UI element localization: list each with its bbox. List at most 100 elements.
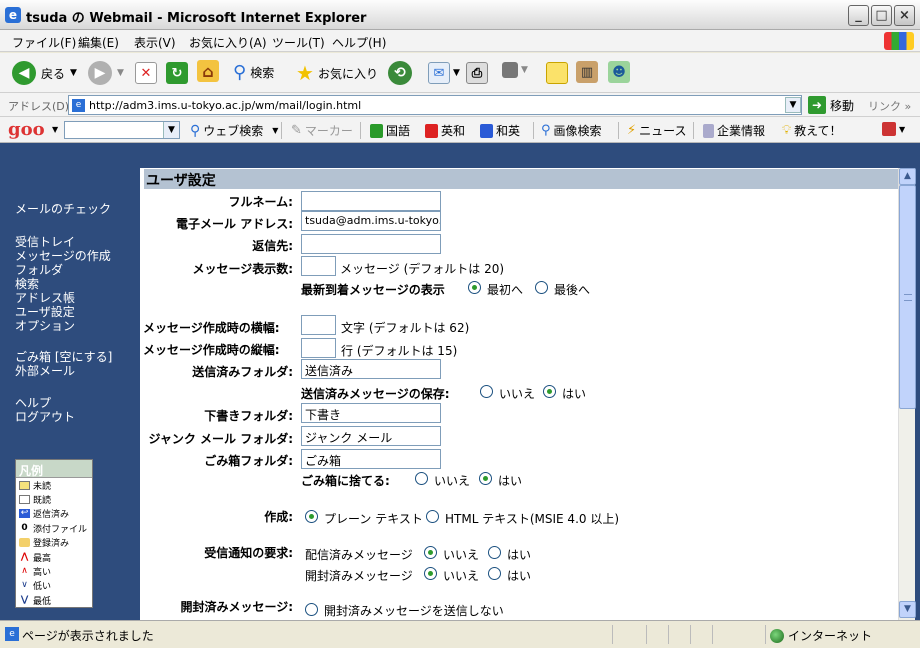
savesent-no-radio[interactable] bbox=[480, 385, 493, 398]
replyto-row: 返信先: bbox=[140, 235, 293, 257]
opened-option-label: 開封済みメッセージを送信しない bbox=[324, 604, 504, 618]
goo-company-info[interactable]: 企業情報 bbox=[703, 122, 765, 139]
go-button[interactable]: ➜ 移動 bbox=[808, 96, 854, 114]
mail-button[interactable]: ✉ ▼ bbox=[428, 62, 460, 84]
goo-logo-dropdown[interactable]: ▼ bbox=[52, 125, 58, 134]
delivered-no-label: いいえ bbox=[443, 548, 480, 562]
drafts-folder-input[interactable]: 下書き bbox=[301, 403, 441, 423]
newest-last-radio[interactable] bbox=[535, 281, 548, 294]
stop-button[interactable]: ✕ bbox=[135, 62, 157, 84]
menu-favorites[interactable]: お気に入り(A) bbox=[189, 34, 267, 51]
compose-plain-radio[interactable] bbox=[305, 510, 318, 523]
legend-box: 凡例 未読 既読 ↩ 返信済み 0 添付ファイル 登録済み ⋀ 最高 ∧ 高い ∨ 低い … bbox=[15, 459, 93, 608]
trash-folder-input[interactable]: ごみ箱 bbox=[301, 449, 441, 469]
mail-icon: ✉ bbox=[428, 62, 450, 84]
email-input[interactable]: tsuda@adm.ims.u-tokyo.ac.jp bbox=[301, 211, 441, 231]
read-yes-radio[interactable] bbox=[488, 567, 501, 580]
favorites-button[interactable]: ★ お気に入り bbox=[296, 61, 378, 85]
history-button[interactable]: ⟲ bbox=[388, 61, 412, 85]
goo-image-search[interactable]: ⚲ 画像検索 bbox=[541, 122, 602, 139]
address-dropdown-button[interactable]: ▼ bbox=[785, 97, 801, 113]
scroll-thumb[interactable] bbox=[899, 185, 916, 409]
back-arrow-icon: ◀ bbox=[12, 61, 36, 85]
address-input[interactable]: e http://adm3.ims.u-tokyo.ac.jp/wm/mail/… bbox=[68, 95, 802, 115]
messenger-button[interactable]: ☻ bbox=[608, 61, 630, 83]
star-icon: ★ bbox=[296, 61, 314, 85]
opened-option-radio[interactable] bbox=[305, 603, 318, 616]
compose-html-radio[interactable] bbox=[426, 510, 439, 523]
refresh-button[interactable]: ↻ bbox=[166, 62, 188, 84]
nav-check-mail[interactable]: メールのチェック bbox=[15, 200, 111, 217]
totrash-no-radio[interactable] bbox=[415, 472, 428, 485]
links-button[interactable]: リンク » bbox=[868, 98, 911, 114]
goo-logo[interactable]: goo bbox=[8, 119, 45, 140]
compose-html-label: HTML テキスト(MSIE 4.0 以上) bbox=[445, 512, 620, 526]
delivered-no-radio[interactable] bbox=[424, 546, 437, 559]
nav-options[interactable]: オプション bbox=[15, 317, 75, 334]
research-button[interactable]: ▥ bbox=[576, 61, 598, 83]
menu-edit[interactable]: 編集(E) bbox=[78, 34, 119, 51]
print-button[interactable]: ⎙ bbox=[466, 62, 488, 84]
scroll-up-button[interactable]: ▲ bbox=[899, 168, 916, 185]
search-button[interactable]: ⚲ 検索 bbox=[233, 62, 274, 83]
address-bar: アドレス(D) e http://adm3.ims.u-tokyo.ac.jp/… bbox=[0, 93, 920, 117]
settings-panel: ユーザ設定 フルネーム: 電子メール アドレス: tsuda@adm.ims.u… bbox=[140, 168, 898, 620]
fullname-input[interactable] bbox=[301, 191, 441, 211]
junk-folder-input[interactable]: ジャンク メール bbox=[301, 426, 441, 446]
goo-web-search[interactable]: ⚲ ウェブ検索 ▼ bbox=[190, 122, 278, 139]
nav-logout[interactable]: ログアウト bbox=[15, 408, 75, 425]
favorites-label: お気に入り bbox=[317, 66, 378, 81]
goo-kokugo[interactable]: 国語 bbox=[370, 122, 410, 139]
menu-view[interactable]: 表示(V) bbox=[134, 34, 176, 51]
forward-button[interactable]: ▶ ▼ bbox=[88, 61, 124, 85]
totrash-yes-radio[interactable] bbox=[479, 472, 492, 485]
goo-news[interactable]: ⚡ ニュース bbox=[627, 122, 687, 139]
divider bbox=[668, 625, 669, 644]
search-icon: ⚲ bbox=[233, 62, 247, 83]
legend-item: ⋁ 最低 bbox=[20, 594, 52, 607]
goo-marker[interactable]: ✎ マーカー bbox=[291, 122, 353, 139]
receipt-label: 受信通知の要求: bbox=[204, 546, 293, 560]
search-label: 検索 bbox=[250, 66, 275, 80]
page-icon: e bbox=[72, 99, 85, 112]
trash-label: ごみ箱フォルダ: bbox=[204, 454, 293, 468]
opened-row: 開封済みメッセージ: bbox=[140, 598, 293, 620]
back-label: 戻る bbox=[41, 66, 66, 81]
home-button[interactable]: ⌂ bbox=[197, 60, 219, 82]
goo-oshiete[interactable]: 💡︎ 教えて！ bbox=[782, 122, 842, 139]
goo-options-button[interactable]: ▼ bbox=[882, 122, 905, 136]
nav-external-mail[interactable]: 外部メール bbox=[15, 362, 75, 379]
replyto-input[interactable] bbox=[301, 234, 441, 254]
delivered-yes-radio[interactable] bbox=[488, 546, 501, 559]
goo-search-input[interactable]: ▼ bbox=[64, 121, 180, 139]
width-input[interactable] bbox=[301, 315, 336, 335]
minimize-button[interactable]: _ bbox=[848, 5, 869, 26]
stop-icon: ✕ bbox=[135, 62, 157, 84]
goo-waei[interactable]: 和英 bbox=[480, 122, 520, 139]
building-icon bbox=[703, 123, 714, 138]
books-icon: ▥ bbox=[576, 61, 598, 83]
sent-folder-input[interactable]: 送信済み bbox=[301, 359, 441, 379]
search-icon: ⚲ bbox=[190, 122, 201, 139]
savesent-yes-radio[interactable] bbox=[543, 385, 556, 398]
close-button[interactable]: × bbox=[894, 5, 915, 26]
windows-logo-icon bbox=[884, 32, 914, 50]
msgcount-input[interactable] bbox=[301, 256, 336, 276]
scroll-down-button[interactable]: ▼ bbox=[899, 601, 916, 618]
junk-row: ジャンク メール フォルダ: bbox=[140, 429, 293, 451]
read-no-radio[interactable] bbox=[424, 567, 437, 580]
height-input[interactable] bbox=[301, 338, 336, 358]
maximize-button[interactable]: □ bbox=[871, 5, 892, 26]
edit-button[interactable]: ▼ bbox=[502, 62, 528, 78]
vertical-scrollbar[interactable]: ▲ ▼ bbox=[898, 168, 916, 620]
menu-tools[interactable]: ツール(T) bbox=[272, 34, 325, 51]
goo-eiwa[interactable]: 英和 bbox=[425, 122, 465, 139]
menu-help[interactable]: ヘルプ(H) bbox=[332, 34, 386, 51]
discuss-button[interactable] bbox=[546, 62, 568, 84]
menu-file[interactable]: ファイル(F) bbox=[12, 34, 76, 51]
back-button[interactable]: ◀ 戻る ▼ bbox=[12, 61, 77, 85]
newest-first-radio[interactable] bbox=[468, 281, 481, 294]
msgcount-label: メッセージ表示数: bbox=[192, 262, 293, 276]
dictionary-icon bbox=[425, 123, 438, 138]
options-icon bbox=[882, 122, 896, 136]
